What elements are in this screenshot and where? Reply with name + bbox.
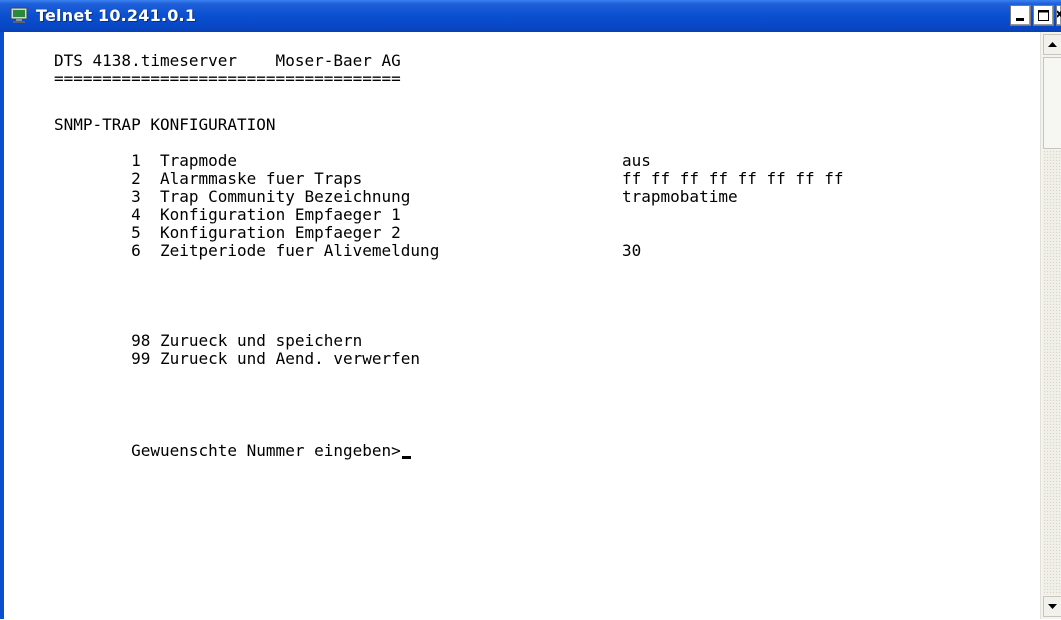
minimize-button[interactable]: [1010, 5, 1031, 26]
arrow-down-icon: [1048, 604, 1057, 609]
menu-item: 4 Konfiguration Empfaeger 1: [54, 188, 401, 224]
scrollbar-thumb[interactable]: [1043, 57, 1061, 149]
menu-item: 1 Trapmode aus: [54, 134, 651, 170]
action-item: 98 Zurueck und speichern: [54, 314, 362, 350]
text-cursor: [401, 456, 411, 459]
header-separator: ====================================: [54, 69, 401, 88]
maximize-button[interactable]: [1033, 5, 1054, 26]
menu-item-value: ff ff ff ff ff ff ff ff: [622, 169, 844, 188]
menu-item: 2 Alarmmaske fuer Traps ff ff ff ff ff ff…: [54, 152, 844, 188]
scroll-down-button[interactable]: [1043, 596, 1061, 617]
menu-item: 3 Trap Community Bezeichnung trapmobatime: [54, 170, 738, 206]
input-prompt[interactable]: Gewuenschte Nummer eingeben>: [54, 424, 411, 460]
telnet-window: Telnet 10.241.0.1 DTS 4138.timeserver Mo…: [0, 0, 1061, 619]
terminal-output: DTS 4138.timeserver Moser-Baer AG ======…: [54, 52, 844, 460]
device-header: DTS 4138.timeserver Moser-Baer AG: [54, 51, 401, 70]
menu-item-value: aus: [622, 151, 651, 170]
arrow-up-icon: [1048, 42, 1057, 47]
scrollbar-track[interactable]: [1043, 150, 1061, 595]
window-title: Telnet 10.241.0.1: [36, 6, 197, 25]
telnet-app-icon: [10, 7, 28, 23]
terminal-area[interactable]: DTS 4138.timeserver Moser-Baer AG ======…: [0, 32, 1040, 619]
section-title: SNMP-TRAP KONFIGURATION: [54, 115, 276, 134]
maximize-icon: [1038, 10, 1049, 21]
scroll-up-button[interactable]: [1043, 34, 1061, 55]
vertical-scrollbar[interactable]: [1040, 32, 1061, 619]
menu-item-value: 30: [622, 241, 642, 260]
title-bar[interactable]: Telnet 10.241.0.1: [0, 0, 1061, 32]
prompt-text: Gewuenschte Nummer eingeben>: [131, 441, 401, 460]
close-button[interactable]: [1056, 5, 1061, 26]
menu-item: 6 Zeitperiode fuer Alivemeldung 30: [54, 224, 641, 260]
menu-item-label: Zeitperiode fuer Alivemeldung: [159, 241, 440, 260]
action-item: 99 Zurueck und Aend. verwerfen: [54, 332, 420, 368]
menu-item-value: trapmobatime: [622, 187, 738, 206]
menu-item: 5 Konfiguration Empfaeger 2: [54, 206, 401, 242]
action-label: Zurueck und Aend. verwerfen: [159, 349, 421, 368]
minimize-icon: [1016, 18, 1024, 21]
menu-item-number: 6: [131, 241, 141, 260]
close-icon: [1056, 10, 1061, 18]
action-number: 99: [131, 349, 151, 368]
